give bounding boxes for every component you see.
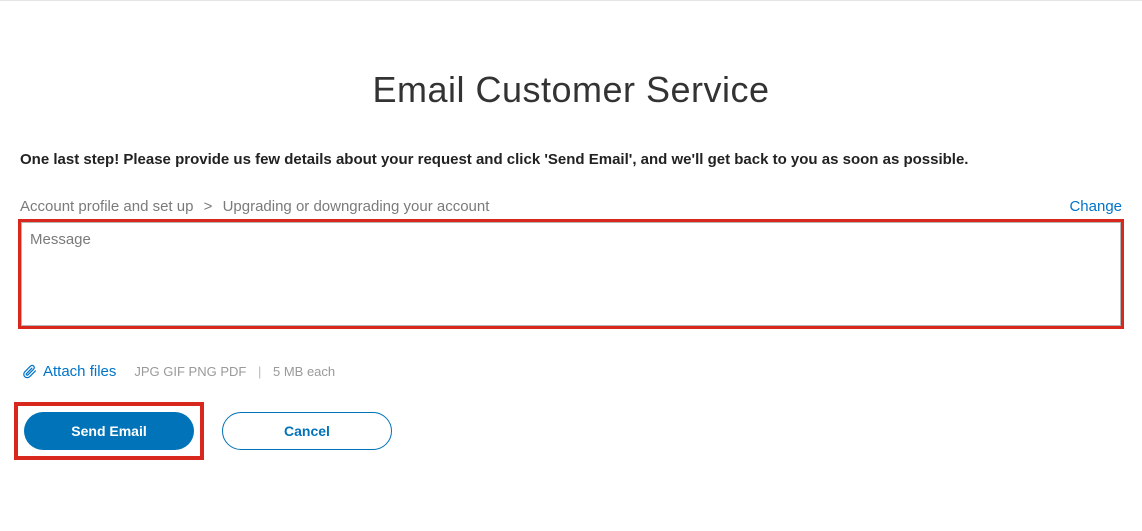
breadcrumb-separator: >: [204, 198, 213, 215]
attach-hint: JPG GIF PNG PDF | 5 MB each: [134, 364, 335, 379]
paperclip-icon: [22, 364, 37, 379]
send-email-button[interactable]: Send Email: [24, 412, 194, 450]
breadcrumb-level-2: Upgrading or downgrading your account: [223, 198, 490, 215]
attach-formats: JPG GIF PNG PDF: [134, 364, 246, 379]
instruction-text: One last step! Please provide us few det…: [20, 151, 1122, 168]
message-highlight-box: [18, 219, 1124, 329]
cancel-button[interactable]: Cancel: [222, 412, 392, 450]
breadcrumb-level-1: Account profile and set up: [20, 198, 193, 215]
breadcrumb: Account profile and set up > Upgrading o…: [20, 198, 489, 215]
send-button-highlight-box: Send Email: [14, 402, 204, 460]
attach-size: 5 MB each: [273, 364, 335, 379]
message-textarea[interactable]: [21, 222, 1121, 326]
attach-files-link[interactable]: Attach files: [43, 363, 116, 380]
topic-row: Account profile and set up > Upgrading o…: [20, 198, 1122, 215]
attach-separator: |: [258, 364, 261, 379]
page-title: Email Customer Service: [0, 69, 1142, 111]
button-row: Send Email Cancel: [14, 402, 1128, 460]
change-link[interactable]: Change: [1069, 198, 1122, 215]
attach-row: Attach files JPG GIF PNG PDF | 5 MB each: [22, 363, 1122, 380]
